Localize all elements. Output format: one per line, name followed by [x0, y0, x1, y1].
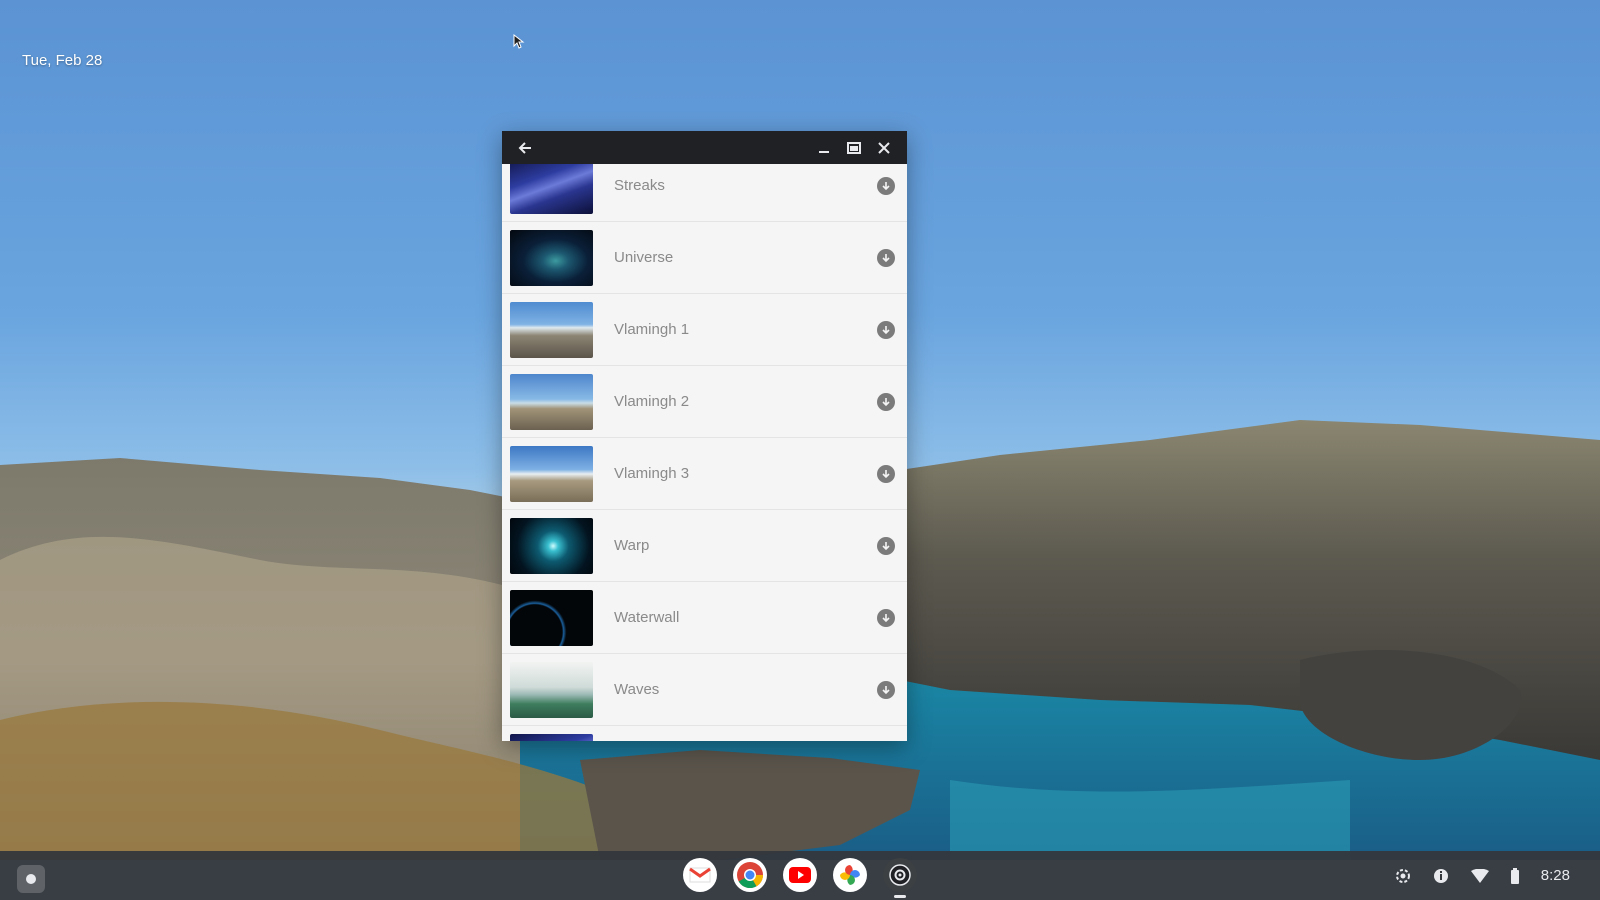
list-item[interactable]: [502, 726, 907, 741]
desktop: Tue, Feb 28 Streaks Universe Vlamingh 1 …: [0, 0, 1600, 900]
wallpaper-thumbnail: [510, 733, 593, 741]
wallpaper-thumbnail: [510, 661, 593, 718]
date-label: Tue, Feb 28: [22, 52, 103, 69]
wallpaper-thumbnail: [510, 445, 593, 502]
download-icon[interactable]: [877, 392, 895, 411]
download-icon[interactable]: [877, 320, 895, 339]
list-item[interactable]: Waterwall: [502, 582, 907, 654]
wallpaper-name: Warp: [614, 537, 650, 554]
clock[interactable]: 8:28: [1541, 867, 1570, 884]
download-icon[interactable]: [877, 176, 895, 195]
download-icon[interactable]: [877, 608, 895, 627]
list-item[interactable]: Vlamingh 1: [502, 294, 907, 366]
status-tray[interactable]: 8:28: [1395, 851, 1570, 900]
battery-icon[interactable]: [1510, 867, 1519, 884]
wallpaper-thumbnail: [510, 301, 593, 358]
list-item[interactable]: Vlamingh 3: [502, 438, 907, 510]
camera-icon[interactable]: [883, 858, 917, 898]
list-item[interactable]: Streaks: [502, 164, 907, 222]
shelf: 8:28: [0, 851, 1600, 900]
window-titlebar: [502, 131, 907, 164]
wallpaper-thumbnail: [510, 517, 593, 574]
maximize-button[interactable]: [839, 135, 869, 161]
wallpaper-list[interactable]: Streaks Universe Vlamingh 1 Vlamingh 2 V…: [502, 164, 907, 741]
wallpaper-name: Vlamingh 3: [614, 465, 690, 482]
list-item[interactable]: Universe: [502, 222, 907, 294]
minimize-button[interactable]: [809, 135, 839, 161]
youtube-icon[interactable]: [783, 858, 817, 892]
wallpaper-name: Waterwall: [614, 609, 680, 626]
download-icon[interactable]: [877, 536, 895, 555]
wallpaper-name: Universe: [614, 249, 674, 266]
wallpaper-thumbnail: [510, 589, 593, 646]
wallpaper-picker-window: Streaks Universe Vlamingh 1 Vlamingh 2 V…: [502, 131, 907, 741]
chrome-icon[interactable]: [733, 858, 767, 892]
wifi-icon[interactable]: [1470, 868, 1489, 883]
photos-icon[interactable]: [833, 858, 867, 892]
wallpaper-name: Vlamingh 2: [614, 393, 690, 410]
wallpaper-thumbnail: [510, 229, 593, 286]
back-button[interactable]: [510, 135, 540, 161]
wallpaper-thumbnail: [510, 373, 593, 430]
minimize-icon: [819, 150, 829, 153]
maximize-icon: [847, 141, 861, 154]
gmail-icon[interactable]: [683, 858, 717, 892]
launcher-icon: [26, 874, 36, 884]
download-icon[interactable]: [877, 680, 895, 699]
list-item[interactable]: Waves: [502, 654, 907, 726]
wallpaper-name: Vlamingh 1: [614, 321, 690, 338]
list-item[interactable]: Warp: [502, 510, 907, 582]
close-button[interactable]: [869, 135, 899, 161]
download-icon[interactable]: [877, 464, 895, 483]
pinned-apps: [683, 858, 917, 898]
close-icon: [878, 141, 890, 154]
mouse-pointer-icon: [513, 34, 525, 49]
wallpaper-thumbnail: [510, 164, 593, 214]
launcher-button[interactable]: [17, 865, 45, 893]
list-item[interactable]: Vlamingh 2: [502, 366, 907, 438]
arrow-left-icon: [518, 141, 531, 154]
info-icon[interactable]: [1433, 868, 1449, 884]
settings-icon[interactable]: [1395, 868, 1411, 884]
download-icon[interactable]: [877, 248, 895, 267]
wallpaper-name: Streaks: [614, 177, 665, 194]
wallpaper-name: Waves: [614, 681, 660, 698]
